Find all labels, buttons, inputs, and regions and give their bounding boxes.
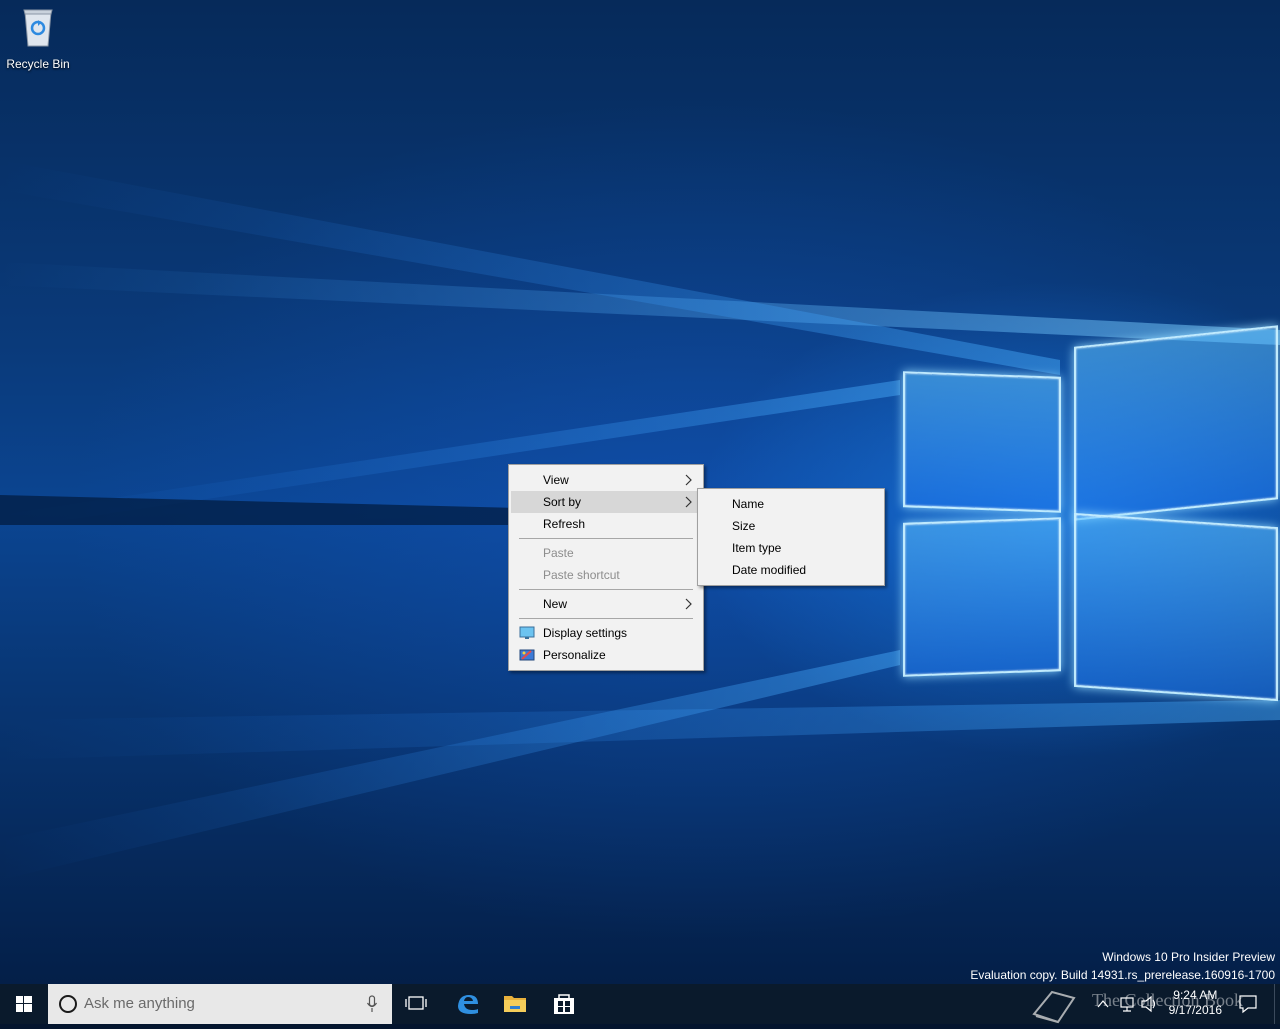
task-view-button[interactable] [392, 984, 440, 1024]
chevron-right-icon [685, 496, 692, 508]
menu-item-new[interactable]: New [509, 593, 703, 615]
chevron-right-icon [685, 598, 692, 610]
action-center-icon[interactable] [1236, 984, 1260, 1024]
cortana-circle-icon [59, 995, 77, 1013]
menu-separator [519, 538, 693, 539]
wallpaper-pane-tr [1074, 325, 1278, 521]
menu-item-label: Paste shortcut [543, 568, 620, 582]
search-placeholder: Ask me anything [84, 995, 195, 1012]
store-icon [554, 994, 574, 1014]
windows-logo-icon [16, 996, 32, 1012]
menu-item-paste-shortcut[interactable]: Paste shortcut [509, 564, 703, 586]
edge-button[interactable] [443, 984, 491, 1024]
store-button[interactable] [540, 984, 588, 1024]
chevron-right-icon [685, 474, 692, 486]
sort-by-item-type[interactable]: Item type [698, 537, 884, 559]
submenu-item-label: Item type [732, 541, 782, 555]
file-explorer-icon [504, 996, 526, 1012]
menu-item-view[interactable]: View [509, 469, 703, 491]
menu-item-label: Display settings [543, 626, 628, 640]
menu-item-label: Paste [543, 546, 574, 560]
show-desktop-button[interactable] [1274, 984, 1280, 1024]
menu-item-refresh[interactable]: Refresh [509, 513, 703, 535]
system-tray: The Collection Book 9:24 AM 9/17/2016 [1028, 984, 1280, 1024]
clock-time: 9:24 AM [1173, 988, 1218, 1002]
book-watermark-icon [1032, 990, 1076, 1024]
start-button[interactable] [0, 984, 48, 1024]
recycle-bin-shortcut[interactable]: Recycle Bin [2, 6, 74, 71]
submenu-item-label: Name [732, 497, 765, 511]
sort-by-name[interactable]: Name [698, 493, 884, 515]
microphone-icon[interactable] [366, 995, 378, 1013]
menu-item-label: New [543, 597, 568, 611]
network-icon[interactable] [1118, 984, 1136, 1024]
file-explorer-button[interactable] [491, 984, 539, 1024]
submenu-item-label: Size [732, 519, 756, 533]
desktop[interactable]: Recycle Bin View Sort by Refresh Paste P… [0, 0, 1280, 984]
sort-by-submenu: Name Size Item type Date modified [697, 488, 885, 586]
personalize-icon [519, 649, 535, 661]
menu-item-paste[interactable]: Paste [509, 542, 703, 564]
menu-separator [519, 618, 693, 619]
sort-by-date-modified[interactable]: Date modified [698, 559, 884, 581]
wallpaper-pane-br [1074, 512, 1278, 702]
wallpaper-pane-bl [903, 517, 1061, 677]
task-view-icon [405, 996, 427, 1010]
chevron-up-icon[interactable] [1096, 984, 1110, 1024]
menu-separator [519, 589, 693, 590]
menu-item-label: Sort by [543, 495, 582, 509]
desktop-context-menu: View Sort by Refresh Paste Paste shortcu… [508, 464, 704, 671]
recycle-bin-label: Recycle Bin [6, 57, 70, 71]
build-watermark-line1: Windows 10 Pro Insider Preview [1102, 950, 1275, 964]
sort-by-size[interactable]: Size [698, 515, 884, 537]
display-settings-icon [519, 626, 535, 639]
cortana-search-box[interactable]: Ask me anything [48, 984, 392, 1024]
wallpaper-pane-tl [903, 371, 1061, 513]
menu-item-label: Refresh [543, 517, 586, 531]
menu-item-display-settings[interactable]: Display settings [509, 622, 703, 644]
menu-item-personalize[interactable]: Personalize [509, 644, 703, 666]
build-watermark-line2: Evaluation copy. Build 14931.rs_prerelea… [970, 968, 1275, 982]
taskbar: Ask me anything The Collection Book 9:24… [0, 984, 1280, 1024]
clock-date: 9/17/2016 [1168, 1003, 1222, 1017]
volume-icon[interactable] [1140, 984, 1158, 1024]
menu-item-label: View [543, 473, 569, 487]
taskbar-clock[interactable]: 9:24 AM 9/17/2016 [1169, 988, 1222, 1018]
recycle-bin-icon [23, 9, 53, 47]
edge-icon [458, 995, 478, 1014]
submenu-item-label: Date modified [732, 563, 807, 577]
menu-item-sort-by[interactable]: Sort by [511, 491, 701, 513]
menu-item-label: Personalize [543, 648, 606, 662]
